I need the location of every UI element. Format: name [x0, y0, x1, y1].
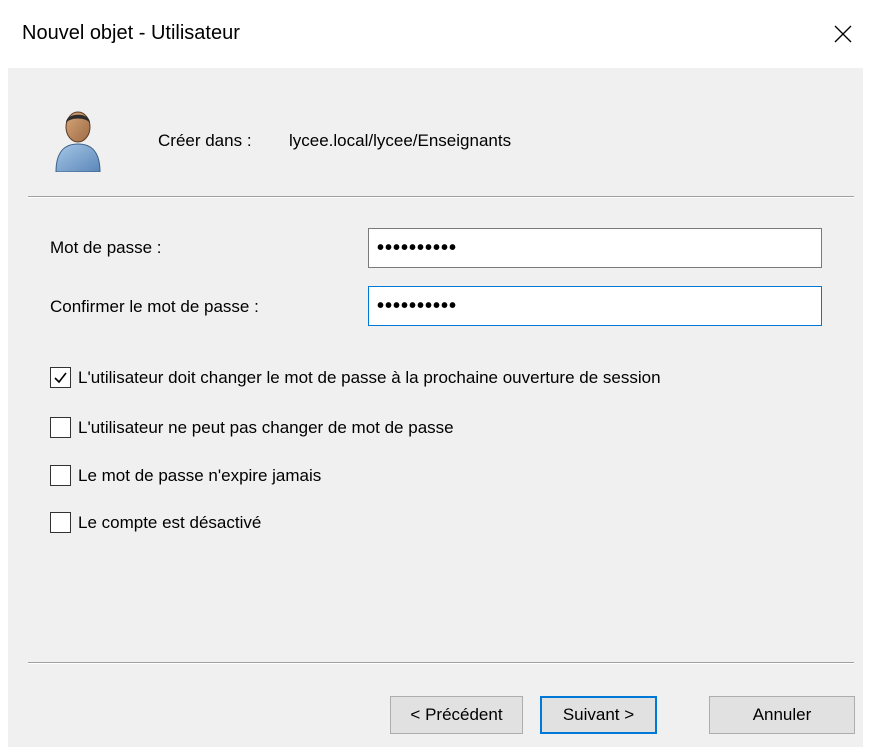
checkbox[interactable] — [50, 512, 71, 533]
must-change-password-option[interactable]: L'utilisateur doit changer le mot de pas… — [50, 367, 661, 388]
option-label: Le mot de passe n'expire jamais — [78, 465, 322, 485]
dialog-body: Créer dans : lycee.local/lycee/Enseignan… — [8, 68, 863, 747]
close-icon — [834, 25, 852, 43]
checkbox[interactable] — [50, 465, 71, 486]
create-in-label: Créer dans : — [158, 131, 252, 150]
header-divider — [28, 196, 854, 198]
option-label: L'utilisateur doit changer le mot de pas… — [78, 367, 661, 387]
footer-divider — [28, 662, 854, 664]
checkmark-icon — [54, 372, 67, 384]
checkbox[interactable] — [50, 367, 71, 388]
cancel-button[interactable]: Annuler — [709, 696, 855, 734]
window-title: Nouvel objet - Utilisateur — [22, 22, 240, 44]
checkbox[interactable] — [50, 417, 71, 438]
user-icon — [55, 111, 101, 172]
back-button[interactable]: < Précédent — [390, 696, 523, 734]
next-button[interactable]: Suivant > — [540, 696, 657, 734]
password-never-expires-option[interactable]: Le mot de passe n'expire jamais — [50, 465, 321, 486]
title-bar: Nouvel objet - Utilisateur — [0, 0, 871, 68]
account-disabled-option[interactable]: Le compte est désactivé — [50, 512, 261, 533]
option-label: L'utilisateur ne peut pas changer de mot… — [78, 417, 454, 437]
option-label: Le compte est désactivé — [78, 512, 262, 532]
cannot-change-password-option[interactable]: L'utilisateur ne peut pas changer de mot… — [50, 417, 454, 438]
close-button[interactable] — [823, 14, 863, 54]
confirm-password-input[interactable]: •••••••••• — [368, 286, 822, 326]
password-input[interactable]: •••••••••• — [368, 228, 822, 268]
create-in-path: lycee.local/lycee/Enseignants — [289, 131, 512, 150]
password-label: Mot de passe : — [50, 238, 162, 257]
confirm-password-label: Confirmer le mot de passe : — [50, 297, 259, 316]
